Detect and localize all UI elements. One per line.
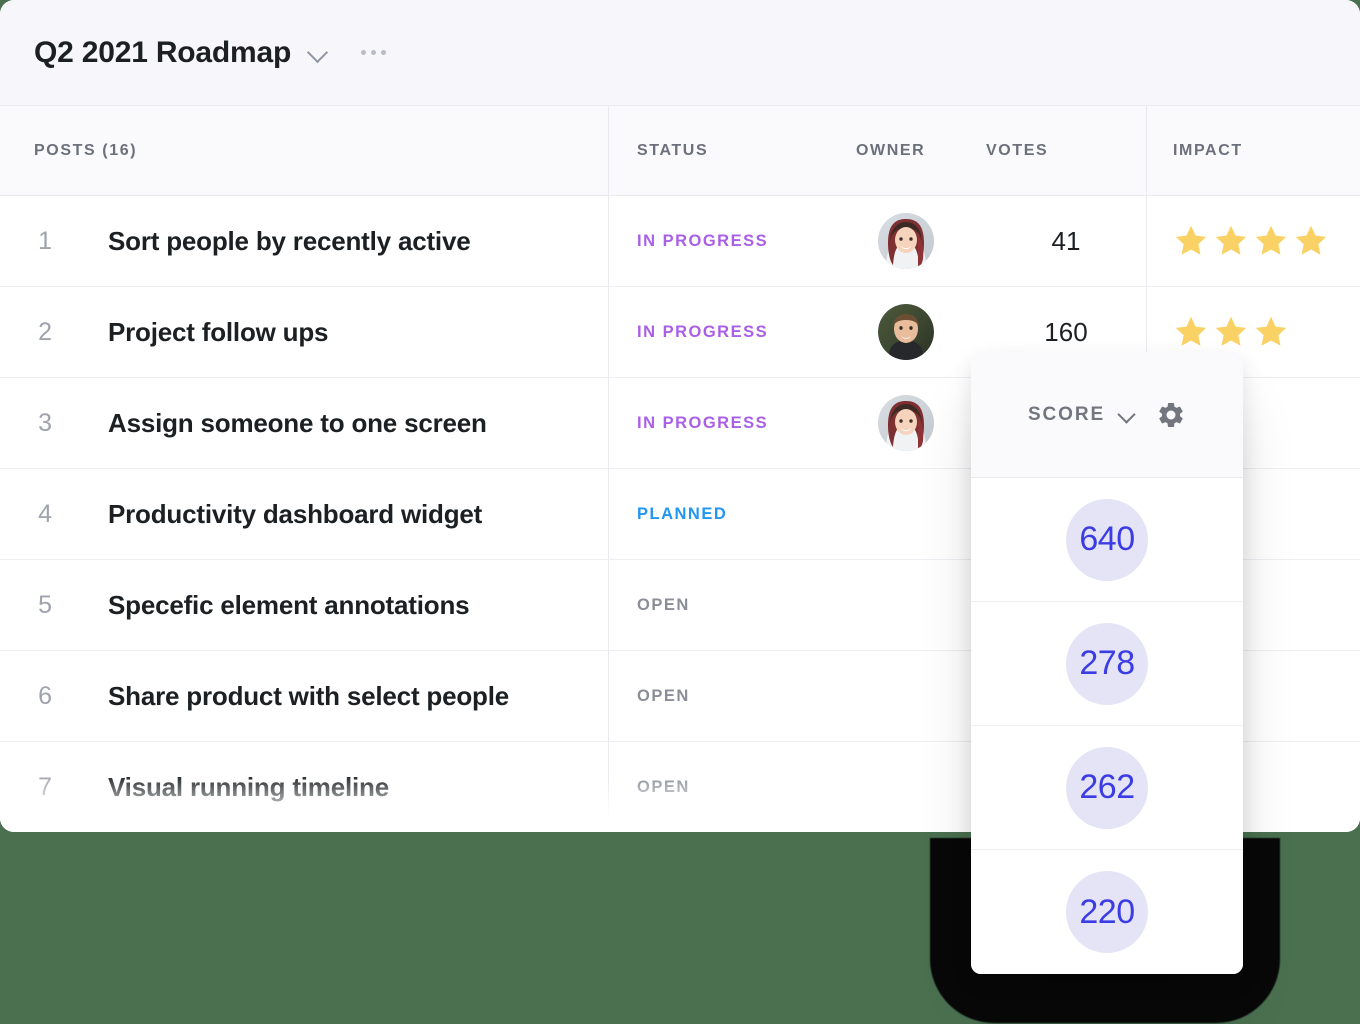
status-badge: OPEN bbox=[637, 595, 690, 614]
post-title[interactable]: Assign someone to one screen bbox=[108, 408, 608, 439]
title-bar: Q2 2021 Roadmap bbox=[0, 0, 1360, 106]
status-badge: PLANNED bbox=[637, 504, 728, 523]
avatar[interactable] bbox=[878, 304, 934, 360]
row-index: 1 bbox=[38, 226, 52, 255]
post-title[interactable]: Project follow ups bbox=[108, 317, 608, 348]
gear-icon[interactable] bbox=[1156, 400, 1186, 430]
status-cell[interactable]: OPEN bbox=[608, 560, 856, 650]
row-index: 3 bbox=[38, 408, 52, 437]
score-column-label: SCORE bbox=[1027, 403, 1106, 425]
status-badge: IN PROGRESS bbox=[637, 231, 769, 250]
status-cell[interactable]: PLANNED bbox=[608, 469, 856, 559]
status-cell[interactable]: OPEN bbox=[608, 742, 856, 832]
ellipsis-icon[interactable] bbox=[359, 44, 388, 61]
status-badge: IN PROGRESS bbox=[637, 322, 769, 341]
score-row[interactable]: 278 bbox=[971, 602, 1243, 726]
column-header-votes[interactable]: VOTES bbox=[986, 142, 1146, 160]
impact-stars bbox=[1173, 223, 1329, 259]
score-row[interactable]: 220 bbox=[971, 850, 1243, 974]
chevron-down-icon[interactable] bbox=[307, 42, 329, 64]
column-header-posts[interactable]: POSTS (16) bbox=[0, 142, 608, 160]
score-list: 640 278 262 220 bbox=[971, 478, 1243, 974]
score-row[interactable]: 262 bbox=[971, 726, 1243, 850]
score-value: 278 bbox=[1066, 622, 1148, 705]
post-title[interactable]: Sort people by recently active bbox=[108, 226, 608, 257]
chevron-down-icon[interactable] bbox=[1118, 406, 1135, 423]
status-cell[interactable]: IN PROGRESS bbox=[608, 196, 856, 286]
column-header-status[interactable]: STATUS bbox=[608, 106, 856, 195]
owner-cell[interactable] bbox=[856, 304, 986, 360]
table-header-row: POSTS (16) STATUS OWNER VOTES IMPACT bbox=[0, 106, 1360, 196]
votes-count: 41 bbox=[1051, 225, 1081, 256]
score-value: 640 bbox=[1066, 498, 1148, 581]
status-badge: IN PROGRESS bbox=[637, 413, 769, 432]
avatar[interactable] bbox=[878, 213, 934, 269]
post-title[interactable]: Visual running timeline bbox=[108, 772, 608, 803]
votes-count: 160 bbox=[1044, 316, 1088, 347]
avatar[interactable] bbox=[878, 395, 934, 451]
score-value: 220 bbox=[1066, 871, 1148, 953]
row-index: 6 bbox=[38, 681, 52, 710]
status-cell[interactable]: OPEN bbox=[608, 651, 856, 741]
status-cell[interactable]: IN PROGRESS bbox=[608, 378, 856, 468]
page-title: Q2 2021 Roadmap bbox=[34, 35, 292, 69]
row-index: 4 bbox=[38, 499, 52, 528]
owner-cell[interactable] bbox=[856, 213, 986, 269]
impact-stars bbox=[1173, 314, 1289, 350]
status-badge: OPEN bbox=[637, 777, 690, 796]
column-header-impact[interactable]: IMPACT bbox=[1146, 106, 1360, 195]
post-title[interactable]: Share product with select people bbox=[108, 681, 608, 712]
row-index: 2 bbox=[38, 317, 52, 346]
post-title[interactable]: Productivity dashboard widget bbox=[108, 499, 608, 530]
score-panel-header: SCORE bbox=[971, 352, 1243, 478]
score-popup-panel[interactable]: SCORE 640 278 262 220 bbox=[971, 352, 1243, 974]
score-row[interactable]: 640 bbox=[971, 478, 1243, 602]
impact-cell[interactable] bbox=[1146, 196, 1360, 286]
status-badge: OPEN bbox=[637, 686, 690, 705]
row-index: 5 bbox=[38, 590, 52, 619]
status-cell[interactable]: IN PROGRESS bbox=[608, 287, 856, 377]
column-header-owner[interactable]: OWNER bbox=[856, 142, 986, 160]
post-title[interactable]: Specefic element annotations bbox=[108, 590, 608, 621]
row-index: 7 bbox=[38, 772, 52, 801]
owner-cell[interactable] bbox=[856, 395, 986, 451]
table-row[interactable]: 1 Sort people by recently active IN PROGRE… bbox=[0, 196, 1360, 287]
score-value: 262 bbox=[1066, 746, 1148, 829]
